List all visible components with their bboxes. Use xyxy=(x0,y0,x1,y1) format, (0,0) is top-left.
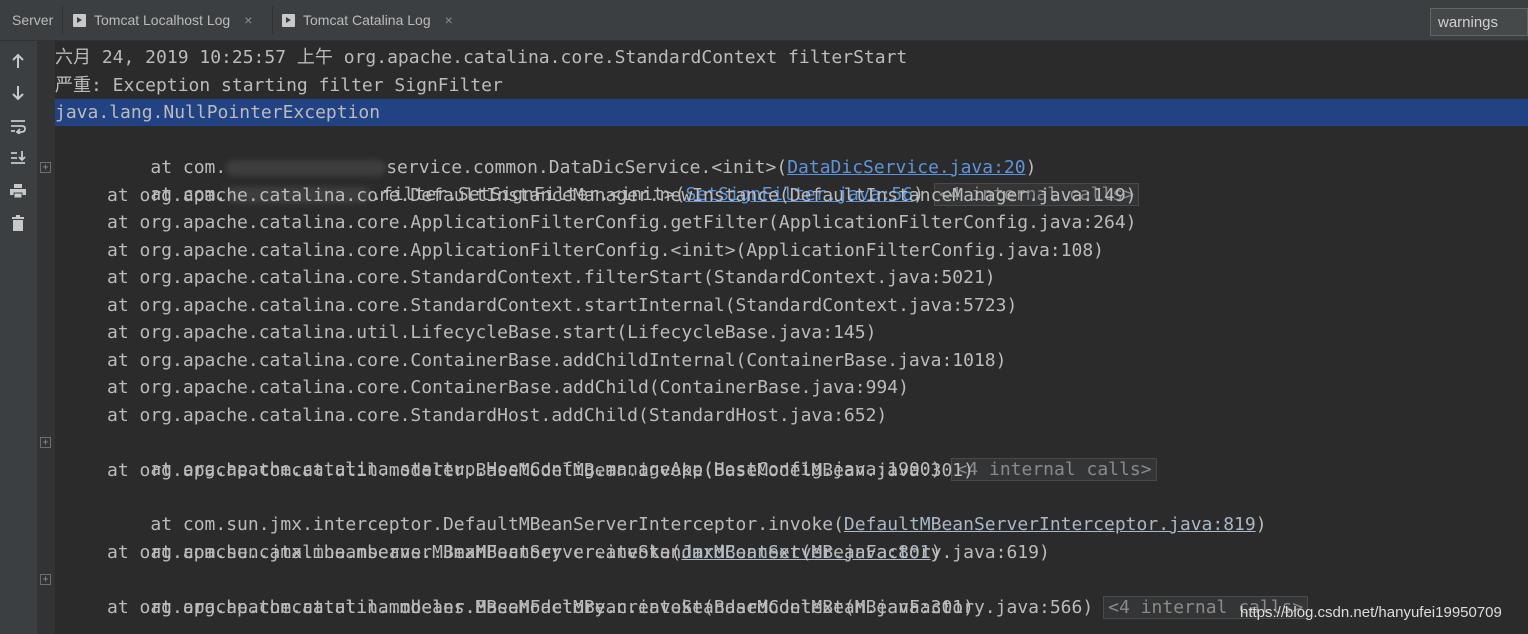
expand-fold-icon[interactable]: + xyxy=(40,162,51,173)
expand-fold-icon[interactable]: + xyxy=(40,437,51,448)
console-icon xyxy=(282,13,295,27)
log-level-filter-value: warnings xyxy=(1438,14,1499,31)
tool-window-tab-bar: Server Tomcat Localhost Log × Tomcat Cat… xyxy=(0,0,1528,41)
console-toolbar xyxy=(0,41,38,634)
stack-frame: at org.apache.catalina.core.ApplicationF… xyxy=(107,212,1137,233)
console-output[interactable]: 六月 24, 2019 10:25:57 上午 org.apache.catal… xyxy=(55,44,1528,634)
print-icon[interactable] xyxy=(0,176,36,206)
up-arrow-icon[interactable] xyxy=(0,46,36,76)
stack-frame: at org.apache.catalina.core.ApplicationF… xyxy=(107,239,1104,261)
stack-frame: at org.apache.catalina.core.StandardCont… xyxy=(107,294,1018,316)
stack-frame: at org.apache.catalina.startup.HostConfi… xyxy=(55,429,1528,481)
log-line: 严重: Exception starting filter SignFilter xyxy=(55,74,503,96)
stack-frame: at org.apache.catalina.util.LifecycleBas… xyxy=(107,322,877,343)
down-arrow-icon[interactable] xyxy=(0,78,36,108)
stack-frame: at org.apache.catalina.core.ContainerBas… xyxy=(107,377,909,398)
tab-tomcat-localhost-log[interactable]: Tomcat Localhost Log × xyxy=(64,3,272,37)
stack-frame: at com.sun.jmx.mbeanserver.JmxMBeanServe… xyxy=(55,512,1528,563)
close-icon[interactable]: × xyxy=(244,12,252,28)
stack-frame: at org.apache.catalina.core.StandardHost… xyxy=(107,404,888,426)
trash-icon[interactable] xyxy=(0,208,36,238)
tab-server-label: Server xyxy=(12,12,54,28)
close-icon[interactable]: × xyxy=(445,12,453,28)
tab-server[interactable]: Server xyxy=(0,3,62,37)
log-level-filter[interactable]: warnings xyxy=(1430,8,1528,36)
console-icon xyxy=(73,13,86,27)
tab-tomcat-catalina-log[interactable]: Tomcat Catalina Log × xyxy=(273,3,471,37)
log-line-selected: java.lang.NullPointerException xyxy=(55,99,1528,126)
fold-gutter xyxy=(37,41,55,634)
tab-divider xyxy=(62,6,63,34)
stack-frame: at org.apache.catalina.mbeans.MBeanFacto… xyxy=(107,542,1050,563)
stack-frame: at org.apache.catalina.core.ContainerBas… xyxy=(107,349,1007,371)
stack-frame: at com. .filter.SetSignFilter.<init>(SetS… xyxy=(55,154,1528,206)
tab-localhost-label: Tomcat Localhost Log xyxy=(94,12,231,28)
soft-wrap-icon[interactable] xyxy=(0,111,36,141)
stack-frame: at org.apache.catalina.mbeans.MBeanFacto… xyxy=(55,567,1528,619)
watermark: https://blog.csdn.net/hanyufei19950709 xyxy=(1240,604,1502,621)
stack-frame: at org.apache.tomcat.util.modeler.BaseMo… xyxy=(107,459,974,481)
stack-frame: at org.apache.catalina.core.DefaultInsta… xyxy=(107,184,1137,206)
stack-frame: at com.sun.jmx.interceptor.DefaultMBeanS… xyxy=(55,484,1528,535)
log-line: 六月 24, 2019 10:25:57 上午 org.apache.catal… xyxy=(55,47,908,68)
stack-frame: at com. service.common.DataDicService.<in… xyxy=(55,127,1528,178)
expand-fold-icon[interactable]: + xyxy=(40,574,51,585)
tab-catalina-label: Tomcat Catalina Log xyxy=(303,12,431,28)
stack-frame: at org.apache.catalina.core.StandardCont… xyxy=(107,267,996,288)
scroll-to-end-icon[interactable] xyxy=(0,143,36,173)
